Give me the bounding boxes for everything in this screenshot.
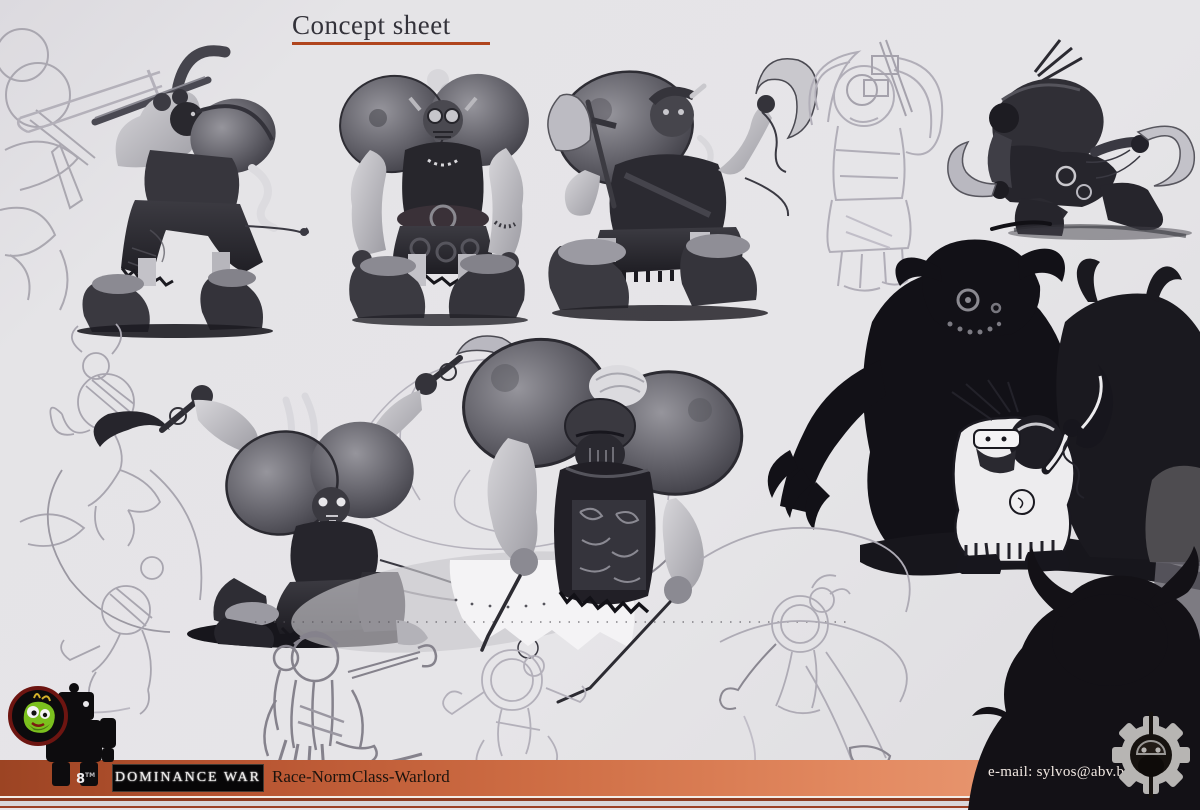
pencil-sketch-bottom-1 — [262, 632, 436, 778]
race-label: Race-Norm — [272, 767, 351, 787]
class-label: Class-Warlord — [352, 767, 450, 787]
page-title: Concept sheet — [292, 10, 451, 41]
pencil-sketch-top-left — [0, 29, 95, 310]
gear-android-icon — [1103, 704, 1199, 806]
title-underline — [292, 42, 490, 45]
concept-sheet-page: Concept sheet DOMINANCE WAR Race-Norm Cl… — [0, 0, 1200, 810]
pencil-sketch-standing — [809, 40, 942, 291]
pencil-sketch-bottom-2 — [443, 650, 585, 772]
warrior-front-stand — [334, 67, 535, 326]
pencil-sketch-left-cluster — [20, 324, 201, 714]
green-bug-mascot-icon — [8, 686, 68, 746]
warrior-sword-overhead — [18, 51, 308, 338]
game798-partial-mark: 8TM — [76, 772, 95, 787]
game798-branding: 8TM Copyright © 798 GAME798 Image by 798 — [0, 668, 150, 810]
concept-artwork — [0, 0, 1200, 810]
warrior-dark-action — [948, 40, 1195, 240]
warrior-axe-sickle — [548, 59, 817, 321]
